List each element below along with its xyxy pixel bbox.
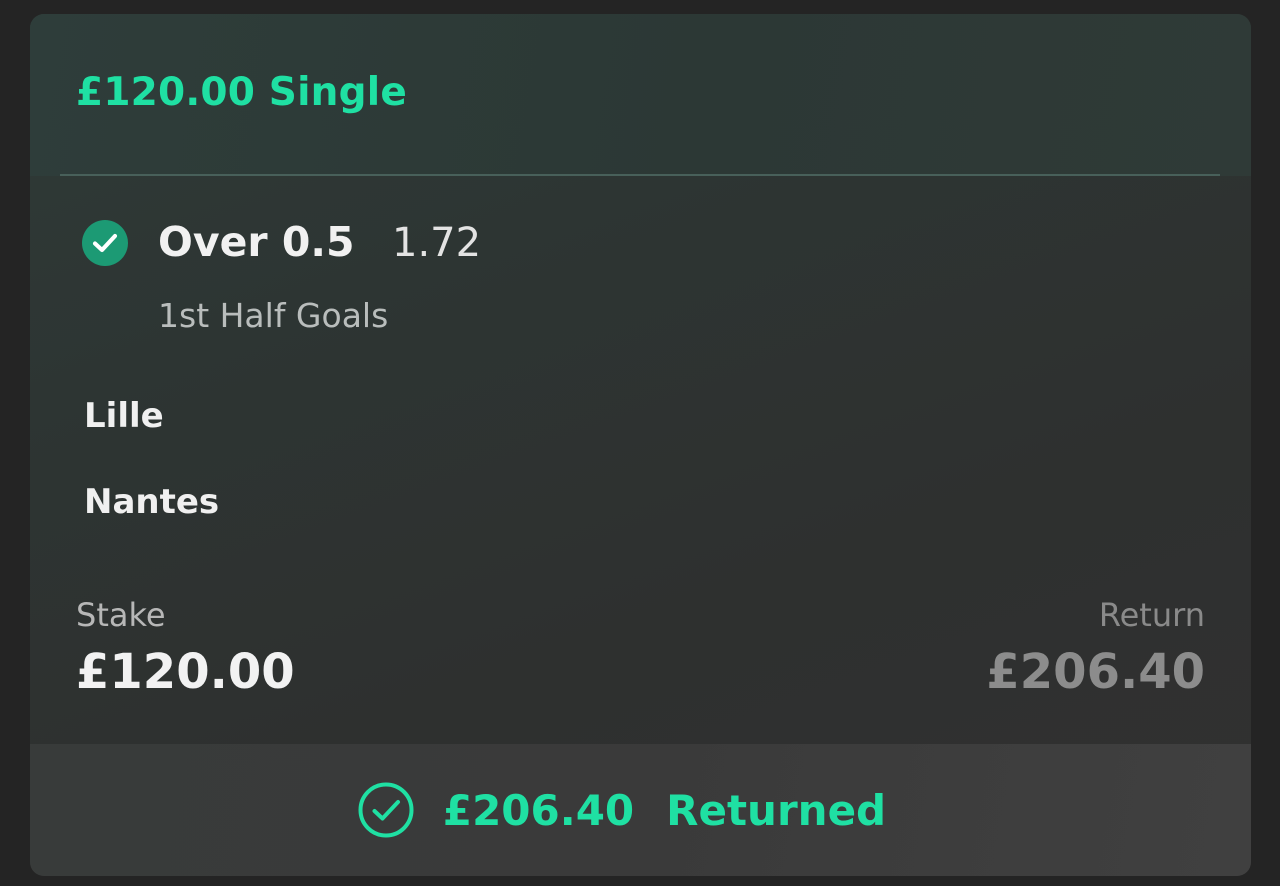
returned-amount: £206.40	[442, 785, 635, 835]
check-circle-filled-icon	[82, 220, 128, 266]
bet-title: £120.00 Single	[76, 70, 407, 115]
home-team: Lille	[84, 396, 164, 436]
bet-header: £120.00 Single	[30, 14, 1251, 176]
header-divider	[60, 174, 1220, 176]
return-value: £206.40	[986, 644, 1205, 700]
returned-banner: £206.40 Returned	[30, 744, 1251, 876]
stake-label: Stake	[76, 596, 166, 634]
selection-name: Over 0.5	[158, 218, 355, 266]
stake-value: £120.00	[76, 644, 295, 700]
returned-content: £206.40 Returned	[357, 781, 886, 839]
check-circle-outline-icon	[358, 782, 414, 838]
returned-status-text: Returned	[666, 785, 887, 835]
return-label: Return	[1098, 596, 1205, 634]
away-team: Nantes	[84, 482, 220, 522]
selection-odds: 1.72	[392, 220, 482, 266]
bet-card: £120.00 Single Over 0.5 1.72 1st Half Go…	[30, 14, 1251, 876]
market-name: 1st Half Goals	[158, 296, 389, 335]
